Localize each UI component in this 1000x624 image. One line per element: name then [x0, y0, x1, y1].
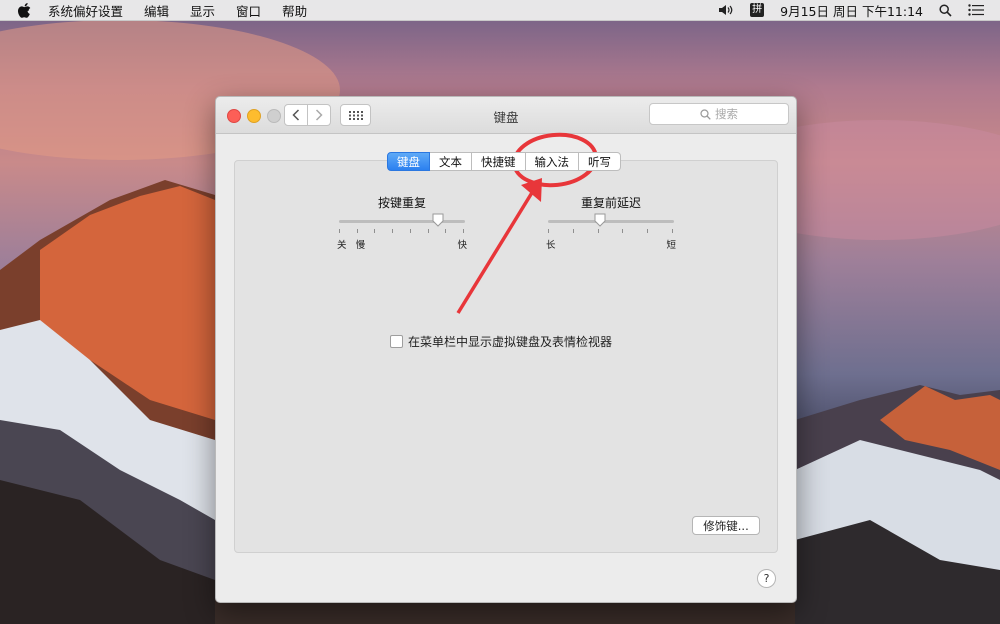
- spotlight-search-icon[interactable]: [939, 3, 952, 17]
- title-bar: 键盘 搜索: [216, 97, 796, 134]
- slider-tick: [597, 229, 599, 233]
- show-viewers-checkbox[interactable]: [390, 335, 403, 348]
- slider-tick: [463, 229, 464, 233]
- key-repeat-range-labels: 关 慢 快: [337, 237, 467, 251]
- slider-tick: [548, 229, 549, 233]
- key-repeat-min-labels: 关 慢: [337, 240, 366, 251]
- menu-app-name[interactable]: 系统偏好设置: [48, 1, 123, 20]
- key-repeat-title: 按键重复: [377, 196, 426, 210]
- delay-until-repeat-ticks: [546, 229, 676, 237]
- keyboard-preferences-window: 键盘 搜索 键盘 文本 快捷键 输入法 听写 按键重复 关 慢 快 重复前延迟 …: [215, 96, 797, 603]
- slider-tick: [427, 229, 429, 233]
- search-field[interactable]: 搜索: [649, 103, 789, 125]
- search-placeholder: 搜索: [715, 107, 738, 121]
- help-button[interactable]: ?: [757, 569, 776, 588]
- key-repeat-max-label: 快: [457, 240, 467, 251]
- modifier-keys-button[interactable]: 修饰键...: [692, 516, 760, 535]
- notification-center-icon[interactable]: [968, 4, 984, 16]
- menu-view[interactable]: 显示: [190, 1, 215, 20]
- delay-until-repeat-min-label: 长: [546, 240, 556, 251]
- tab-text[interactable]: 文本: [430, 152, 472, 171]
- search-icon: [700, 108, 711, 120]
- menu-bar: 系统偏好设置 编辑 显示 窗口 帮助 拼 9月15日 周日 下午11:14: [0, 0, 1000, 21]
- menu-bar-extras: 拼 9月15日 周日 下午11:14: [718, 0, 1000, 20]
- delay-until-repeat-max-label: 短: [666, 240, 676, 251]
- slider-tick: [392, 229, 394, 233]
- key-repeat-slider[interactable]: [339, 213, 465, 227]
- input-method-indicator[interactable]: 拼: [750, 3, 765, 17]
- show-viewers-label[interactable]: 在菜单栏中显示虚拟键盘及表情检视器: [408, 333, 612, 350]
- tab-bar: 键盘 文本 快捷键 输入法 听写: [387, 152, 621, 171]
- slider-tick: [409, 229, 411, 233]
- tab-shortcuts[interactable]: 快捷键: [472, 152, 526, 171]
- slider-tick: [647, 229, 649, 233]
- slider-tick: [339, 229, 340, 233]
- menu-window[interactable]: 窗口: [236, 1, 261, 20]
- delay-until-repeat-slider[interactable]: [548, 213, 674, 227]
- tab-keyboard[interactable]: 键盘: [387, 152, 430, 171]
- slider-tick: [622, 229, 624, 233]
- menu-clock[interactable]: 9月15日 周日 下午11:14: [780, 1, 923, 20]
- volume-icon[interactable]: [718, 4, 734, 16]
- tab-dictation[interactable]: 听写: [579, 152, 621, 171]
- delay-until-repeat-range-labels: 长 短: [546, 237, 676, 251]
- settings-panel: 按键重复 关 慢 快 重复前延迟 长 短 在菜单栏中显示虚拟键盘及表情检视器: [234, 160, 778, 553]
- key-repeat-ticks: [337, 229, 467, 237]
- slider-tick: [672, 229, 673, 233]
- delay-until-repeat-group: 重复前延迟 长 短: [546, 194, 676, 251]
- delay-until-repeat-slider-knob[interactable]: [594, 213, 606, 227]
- slider-tick: [445, 229, 447, 233]
- tab-input-sources[interactable]: 输入法: [525, 152, 579, 171]
- menu-help[interactable]: 帮助: [282, 1, 307, 20]
- apple-menu-icon[interactable]: [18, 2, 32, 18]
- slider-tick: [572, 229, 574, 233]
- menu-edit[interactable]: 编辑: [144, 1, 169, 20]
- key-repeat-slider-knob[interactable]: [432, 213, 444, 227]
- slider-tick: [356, 229, 358, 233]
- slider-tick: [374, 229, 376, 233]
- show-viewers-option[interactable]: 在菜单栏中显示虚拟键盘及表情检视器: [390, 333, 612, 350]
- delay-until-repeat-title: 重复前延迟: [580, 196, 641, 210]
- key-repeat-group: 按键重复 关 慢 快: [337, 194, 467, 251]
